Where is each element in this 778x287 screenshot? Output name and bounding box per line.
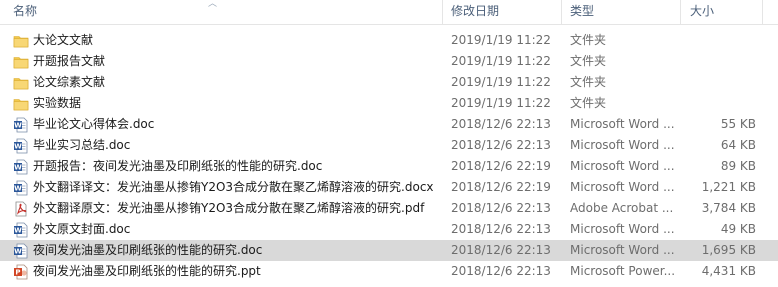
file-size: 55 KB — [720, 117, 756, 131]
file-row[interactable]: 外文翻译原文：发光油墨从掺铕Y2O3合成分散在聚乙烯醇溶液的研究.pdf 2018… — [0, 198, 778, 219]
svg-text:W: W — [14, 164, 22, 172]
file-list: 大论文文献 2019/1/19 11:22 文件夹 开题报告文献 2019/1/19 1… — [0, 30, 778, 282]
file-type: 文件夹 — [570, 54, 607, 68]
file-size: 64 KB — [720, 138, 756, 152]
file-size — [686, 30, 756, 51]
file-modified-date: 2018/12/6 22:13 — [451, 243, 551, 257]
file-type: Microsoft Word ... — [570, 159, 675, 173]
column-divider[interactable] — [442, 0, 443, 24]
file-size — [686, 51, 756, 72]
file-type: Microsoft Power... — [570, 264, 676, 278]
file-size — [686, 72, 756, 93]
file-type: 文件夹 — [570, 33, 607, 47]
word-doc-icon: W — [13, 117, 29, 133]
file-name: 开题报告文献 — [33, 54, 106, 68]
file-name: 外文翻译原文：发光油墨从掺铕Y2O3合成分散在聚乙烯醇溶液的研究.pdf — [33, 201, 425, 215]
column-header-name[interactable]: 名称 — [13, 0, 37, 24]
svg-text:W: W — [14, 143, 22, 151]
word-doc-icon: W — [13, 159, 29, 175]
file-row[interactable]: W 外文翻译译文：发光油墨从掺铕Y2O3合成分散在聚乙烯醇溶液的研究.docx 20… — [0, 177, 778, 198]
column-divider[interactable] — [561, 0, 562, 24]
file-type: 文件夹 — [570, 96, 607, 110]
svg-text:W: W — [14, 227, 22, 235]
file-name: 毕业实习总结.doc — [33, 138, 131, 152]
sort-caret-icon: ︿ — [208, 0, 218, 9]
file-modified-date: 2019/1/19 11:22 — [451, 54, 551, 68]
file-row[interactable]: W 开题报告：夜间发光油墨及印刷纸张的性能的研究.doc 2018/12/6 22:… — [0, 156, 778, 177]
file-name: 外文翻译译文：发光油墨从掺铕Y2O3合成分散在聚乙烯醇溶液的研究.docx — [33, 180, 434, 194]
file-modified-date: 2018/12/6 22:19 — [451, 159, 551, 173]
file-name: 夜间发光油墨及印刷纸张的性能的研究.ppt — [33, 264, 261, 278]
file-modified-date: 2019/1/19 11:22 — [451, 75, 551, 89]
file-modified-date: 2018/12/6 22:19 — [451, 180, 551, 194]
file-size: 4,431 KB — [701, 264, 756, 278]
column-header-type[interactable]: 类型 — [570, 0, 594, 24]
file-row[interactable]: W 毕业实习总结.doc 2018/12/6 22:13 Microsoft Word… — [0, 135, 778, 156]
folder-icon — [13, 33, 29, 49]
column-header-bar: ︿ 名称 修改日期 类型 大小 — [0, 0, 778, 25]
column-divider[interactable] — [680, 0, 681, 24]
file-name: 毕业论文心得体会.doc — [33, 117, 155, 131]
file-row[interactable]: W 外文原文封面.doc 2018/12/6 22:13 Microsoft Word… — [0, 219, 778, 240]
file-modified-date: 2019/1/19 11:22 — [451, 96, 551, 110]
file-name: 开题报告：夜间发光油墨及印刷纸张的性能的研究.doc — [33, 159, 323, 173]
file-size: 1,221 KB — [701, 180, 756, 194]
file-type: Microsoft Word ... — [570, 222, 675, 236]
file-row[interactable]: P 夜间发光油墨及印刷纸张的性能的研究.ppt 2018/12/6 22:13 Mic… — [0, 261, 778, 282]
svg-text:P: P — [15, 269, 20, 277]
folder-icon — [13, 75, 29, 91]
file-name: 大论文文献 — [33, 33, 94, 47]
file-row[interactable]: W 夜间发光油墨及印刷纸张的性能的研究.doc 2018/12/6 22:13 Mic… — [0, 240, 778, 261]
svg-text:W: W — [14, 248, 22, 256]
file-modified-date: 2019/1/19 11:22 — [451, 33, 551, 47]
file-size — [686, 93, 756, 114]
word-doc-icon: W — [13, 243, 29, 259]
word-docx-icon: W — [13, 180, 29, 196]
file-name: 实验数据 — [33, 96, 82, 110]
file-row[interactable]: 论文综素文献 2019/1/19 11:22 文件夹 — [0, 72, 778, 93]
file-type: 文件夹 — [570, 75, 607, 89]
file-type: Adobe Acrobat ... — [570, 201, 674, 215]
pdf-icon — [13, 201, 29, 217]
file-row[interactable]: 大论文文献 2019/1/19 11:22 文件夹 — [0, 30, 778, 51]
folder-icon — [13, 96, 29, 112]
file-modified-date: 2018/12/6 22:13 — [451, 201, 551, 215]
file-name: 外文原文封面.doc — [33, 222, 131, 236]
column-divider[interactable] — [762, 0, 763, 24]
file-modified-date: 2018/12/6 22:13 — [451, 222, 551, 236]
file-row[interactable]: 实验数据 2019/1/19 11:22 文件夹 — [0, 93, 778, 114]
file-modified-date: 2018/12/6 22:13 — [451, 138, 551, 152]
file-name: 论文综素文献 — [33, 75, 106, 89]
svg-text:W: W — [14, 185, 22, 193]
file-type: Microsoft Word ... — [570, 117, 675, 131]
file-size: 49 KB — [720, 222, 756, 236]
column-header-date[interactable]: 修改日期 — [451, 0, 499, 24]
word-doc-icon: W — [13, 222, 29, 238]
file-modified-date: 2018/12/6 22:13 — [451, 117, 551, 131]
file-modified-date: 2018/12/6 22:13 — [451, 264, 551, 278]
file-type: Microsoft Word ... — [570, 138, 675, 152]
file-type: Microsoft Word ... — [570, 243, 675, 257]
svg-text:W: W — [14, 122, 22, 130]
file-row[interactable]: 开题报告文献 2019/1/19 11:22 文件夹 — [0, 51, 778, 72]
file-size: 89 KB — [720, 159, 756, 173]
file-size: 3,784 KB — [701, 201, 756, 215]
word-doc-icon: W — [13, 138, 29, 154]
column-header-size[interactable]: 大小 — [690, 0, 714, 24]
file-row[interactable]: W 毕业论文心得体会.doc 2018/12/6 22:13 Microsoft Wo… — [0, 114, 778, 135]
folder-icon — [13, 54, 29, 70]
file-name: 夜间发光油墨及印刷纸张的性能的研究.doc — [33, 243, 263, 257]
file-size: 1,695 KB — [701, 243, 756, 257]
powerpoint-icon: P — [13, 264, 29, 280]
file-type: Microsoft Word ... — [570, 180, 675, 194]
